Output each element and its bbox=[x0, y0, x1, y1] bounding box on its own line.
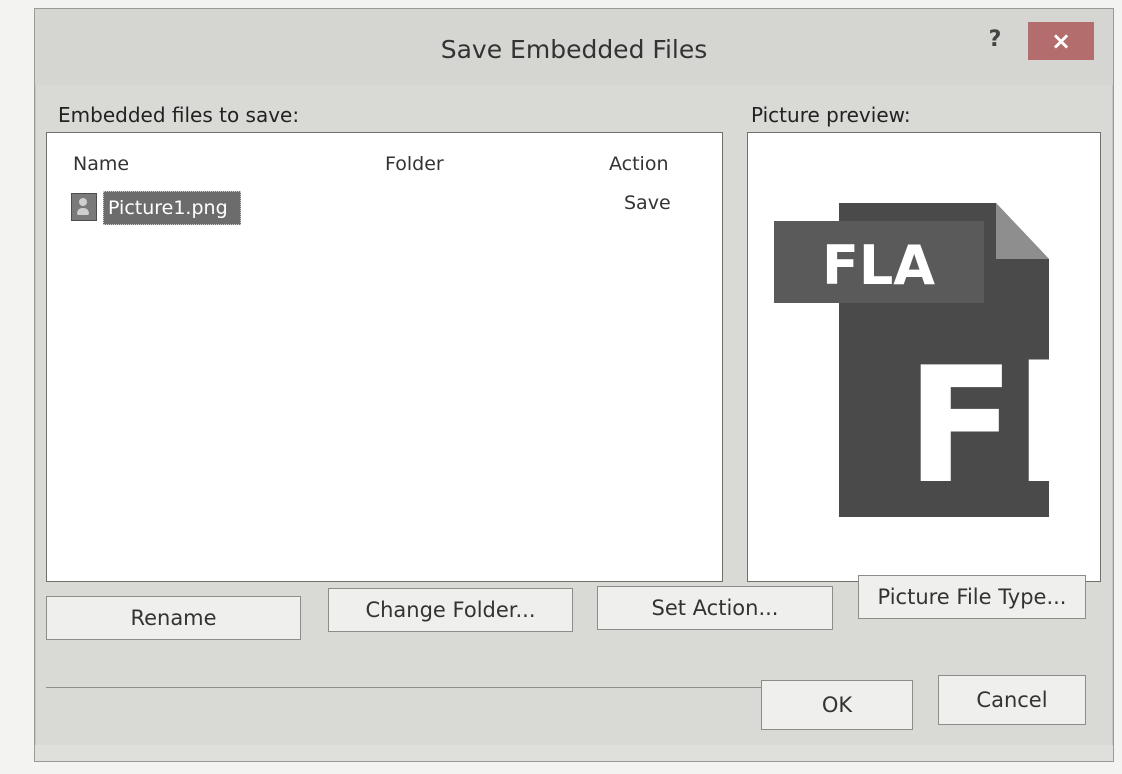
dialog-divider bbox=[46, 687, 762, 688]
dialog-title: Save Embedded Files bbox=[440, 35, 708, 64]
page: Save Embedded Files ? × Embedded files t… bbox=[0, 0, 1122, 774]
picture-preview-label: Picture preview: bbox=[751, 103, 911, 127]
change-folder-button[interactable]: Change Folder... bbox=[328, 588, 573, 632]
picture-preview-panel: FLA Fl bbox=[747, 132, 1101, 582]
picture-file-type-button[interactable]: Picture File Type... bbox=[858, 575, 1086, 619]
file-action[interactable]: Save bbox=[624, 192, 671, 214]
set-action-button[interactable]: Set Action... bbox=[597, 586, 833, 630]
column-header-name[interactable]: Name bbox=[73, 153, 129, 175]
flash-file-icon: FLA Fl bbox=[774, 203, 1064, 519]
help-button[interactable]: ? bbox=[980, 23, 1010, 57]
dialog-bottom-edge bbox=[35, 745, 1113, 761]
cancel-button[interactable]: Cancel bbox=[938, 675, 1086, 725]
titlebar: Save Embedded Files ? × bbox=[35, 9, 1113, 85]
file-name[interactable]: Picture1.png bbox=[103, 191, 241, 225]
embedded-files-label: Embedded files to save: bbox=[58, 103, 300, 127]
flash-file-label: FLA bbox=[822, 234, 935, 297]
list-item[interactable]: Picture1.png Save bbox=[71, 191, 691, 225]
embedded-files-list[interactable]: Name Folder Action Picture1.png Save bbox=[46, 132, 723, 582]
rename-button[interactable]: Rename bbox=[46, 596, 301, 640]
save-embedded-files-dialog: Save Embedded Files ? × Embedded files t… bbox=[34, 8, 1114, 762]
image-file-icon bbox=[71, 193, 97, 221]
ok-button[interactable]: OK bbox=[761, 680, 913, 730]
column-header-action[interactable]: Action bbox=[609, 153, 669, 175]
close-button[interactable]: × bbox=[1028, 22, 1094, 60]
flash-logo-text: Fl bbox=[906, 332, 1064, 519]
column-header-folder[interactable]: Folder bbox=[385, 153, 444, 175]
